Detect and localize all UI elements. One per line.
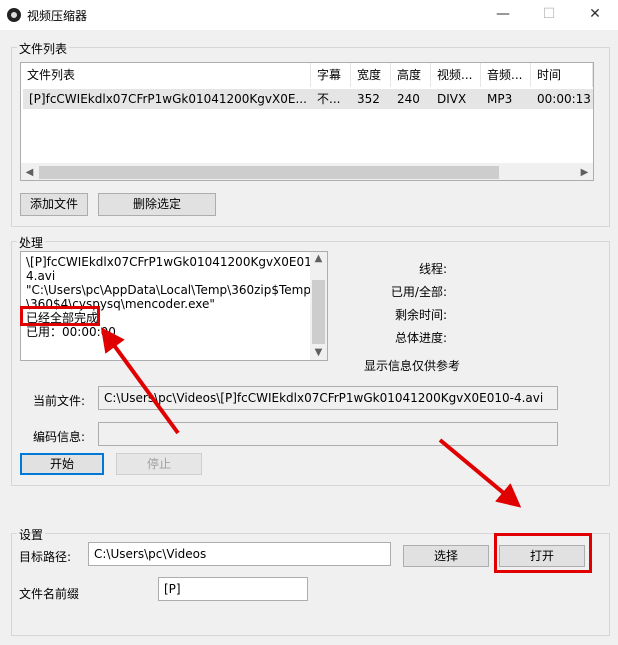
horizontal-scrollbar[interactable]: ◀ ▶ bbox=[21, 163, 593, 180]
file-list-header: 文件列表 字幕 宽度 高度 视频... 音频... 时间 bbox=[21, 63, 593, 87]
window-title: 视频压缩器 bbox=[27, 9, 88, 23]
vertical-scrollbar[interactable]: ▲ ▼ bbox=[310, 252, 327, 360]
column-header-time[interactable]: 时间 bbox=[531, 63, 593, 87]
close-button[interactable]: ✕ bbox=[572, 0, 618, 30]
encode-info-label: 编码信息: bbox=[33, 430, 86, 444]
scroll-left-icon[interactable]: ◀ bbox=[21, 164, 38, 181]
minimize-button[interactable]: — bbox=[480, 0, 526, 30]
column-header-video[interactable]: 视频... bbox=[431, 63, 481, 87]
log-line: "C:\Users\pc\AppData\Local\Temp\360zip$T… bbox=[26, 283, 311, 297]
cell-time: 00:00:13 bbox=[537, 92, 591, 106]
log-line-elapsed: 已用：00:00:00 bbox=[26, 325, 116, 339]
current-file-field: C:\Users\pc\Videos\[P]fcCWIEkdlx07CFrP1w… bbox=[98, 386, 558, 410]
table-row[interactable]: [P]fcCWIEkdlx07CFrP1wGk01041200KgvX0E...… bbox=[23, 89, 593, 109]
cell-height: 240 bbox=[397, 92, 420, 106]
target-path-input[interactable]: C:\Users\pc\Videos bbox=[88, 542, 391, 566]
delete-selected-button[interactable]: 删除选定 bbox=[98, 193, 216, 216]
highlight-box-complete bbox=[20, 306, 100, 326]
settings-group-title: 设置 bbox=[17, 526, 46, 543]
cell-audio: MP3 bbox=[487, 92, 513, 106]
browse-button[interactable]: 选择 bbox=[403, 545, 489, 567]
cell-video: DIVX bbox=[437, 92, 467, 106]
column-header-subtitle[interactable]: 字幕 bbox=[311, 63, 351, 87]
scroll-up-icon[interactable]: ▲ bbox=[310, 252, 327, 266]
filename-prefix-label: 文件名前缀 bbox=[19, 587, 80, 601]
threads-label: 线程: bbox=[418, 262, 447, 276]
scroll-down-icon[interactable]: ▼ bbox=[310, 346, 327, 360]
file-list-view[interactable]: 文件列表 字幕 宽度 高度 视频... 音频... 时间 [P]fcCWIEkd… bbox=[20, 62, 594, 181]
current-file-label: 当前文件: bbox=[33, 394, 86, 408]
app-icon bbox=[7, 8, 21, 22]
filename-prefix-input[interactable]: [P] bbox=[158, 577, 308, 601]
cell-subtitle: 不... bbox=[317, 92, 341, 106]
remaining-time-label: 剩余时间: bbox=[394, 308, 447, 322]
highlight-box-open-button bbox=[494, 533, 592, 573]
scrollbar-thumb[interactable] bbox=[312, 280, 325, 344]
log-line: \[P]fcCWIEkdlx07CFrP1wGk01041200KgvX0E01… bbox=[26, 255, 324, 269]
add-file-button[interactable]: 添加文件 bbox=[20, 193, 88, 216]
scroll-right-icon[interactable]: ▶ bbox=[576, 164, 593, 181]
scrollbar-thumb[interactable] bbox=[39, 166, 499, 179]
info-note: 显示信息仅供参考 bbox=[364, 359, 461, 373]
cell-name: [P]fcCWIEkdlx07CFrP1wGk01041200KgvX0E... bbox=[29, 92, 307, 106]
title-bar: 视频压缩器 — ☐ ✕ bbox=[0, 0, 618, 30]
start-button[interactable]: 开始 bbox=[20, 453, 104, 475]
column-header-name[interactable]: 文件列表 bbox=[21, 63, 311, 87]
overall-progress-label: 总体进度: bbox=[394, 331, 447, 345]
processing-group-title: 处理 bbox=[17, 234, 46, 251]
cell-width: 352 bbox=[357, 92, 380, 106]
column-header-height[interactable]: 高度 bbox=[391, 63, 431, 87]
used-total-label: 已用/全部: bbox=[390, 285, 447, 299]
stop-button[interactable]: 停止 bbox=[116, 453, 202, 475]
target-path-label: 目标路径: bbox=[19, 550, 72, 564]
file-list-group-title: 文件列表 bbox=[17, 40, 70, 57]
encode-info-field bbox=[98, 422, 558, 446]
column-header-audio[interactable]: 音频... bbox=[481, 63, 531, 87]
log-line: 4.avi bbox=[26, 269, 56, 283]
column-header-width[interactable]: 宽度 bbox=[351, 63, 391, 87]
maximize-button[interactable]: ☐ bbox=[526, 0, 572, 30]
